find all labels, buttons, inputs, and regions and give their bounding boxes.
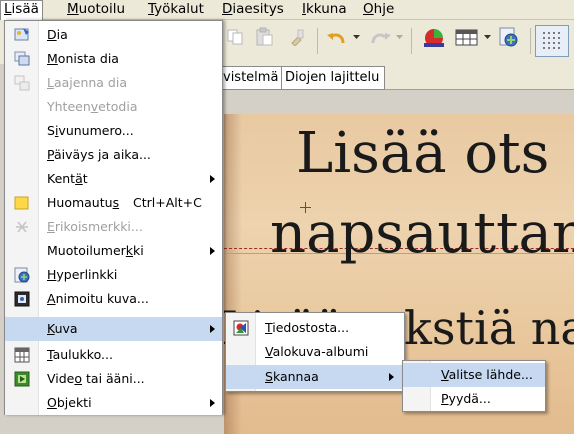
copy-icon[interactable] [226,28,244,46]
menu-item-object[interactable]: Objekti [5,391,222,415]
menu-item-image[interactable]: Kuva [5,317,222,341]
menu-item-special-character: Erikoismerkki... [5,215,222,239]
image-from-file-icon [233,320,249,336]
menu-tools[interactable]: Työkalut [145,0,207,20]
video-icon [14,371,30,387]
slide-icon [14,28,29,41]
menu-item-photo-album[interactable]: Valokuva-albumi [226,340,404,364]
menu-help[interactable]: Ohje [360,0,397,20]
crosshair-icon [300,202,311,213]
submenu-arrow-icon [210,399,215,407]
menu-item-comment[interactable]: Huomautus Ctrl+Alt+C [5,191,222,215]
chart-icon[interactable] [421,26,449,50]
table-icon [14,347,30,363]
submenu-arrow-icon [210,325,215,333]
menu-item-video-audio[interactable]: Video tai ääni... [5,367,222,391]
menu-item-scan[interactable]: Skannaa [226,365,404,389]
menu-item-select-source[interactable]: Valitse lähde... [403,363,545,387]
menu-window[interactable]: Ikkuna [299,0,350,20]
toolbar-separator [317,28,318,54]
submenu-arrow-icon [389,373,394,381]
menu-item-from-file[interactable]: Tiedostosta... [226,316,404,340]
toolbar-separator [411,28,412,54]
clone-formatting-icon[interactable] [288,28,306,46]
menubar: Lisää Muotoilu Työkalut Diaesitys Ikkuna… [0,0,574,20]
image-submenu: Tiedostosta... Valokuva-albumi Skannaa [225,312,405,392]
slide-title-line-2[interactable]: napsauttan [270,206,574,262]
submenu-arrow-icon [210,175,215,183]
expand-slide-icon [14,75,30,91]
view-tabs: vistelmä Diojen lajittelu [220,64,574,90]
menu-item-expand-slide: Laajenna dia [5,71,222,95]
menu-item-summary-slide: Yhteenvetodia [47,99,138,114]
menu-insert[interactable]: Lisää [0,0,43,20]
menu-item-page-number[interactable]: Sivunumero... [5,119,222,143]
special-character-icon [16,221,28,233]
scan-submenu: Valitse lähde... Pyydä... [402,360,546,412]
menu-item-shortcut: Ctrl+Alt+C [133,195,202,210]
redo-icon[interactable] [367,29,393,47]
menu-item-formatting-mark[interactable]: Muotoilumerkki [5,239,222,263]
navigator-icon[interactable] [497,26,521,50]
menu-item-slide[interactable]: Dia [5,23,222,47]
menu-item-hyperlink[interactable]: Hyperlinkki [5,263,222,287]
menu-item-fields[interactable]: Kentät [5,167,222,191]
tab-outline[interactable]: vistelmä [220,66,282,90]
chevron-down-icon[interactable] [353,35,360,40]
table-icon[interactable] [455,28,479,48]
toolbar-separator [530,28,531,54]
paste-icon[interactable] [254,27,274,47]
tab-slide-sorter[interactable]: Diojen lajittelu [281,66,385,90]
undo-icon[interactable] [325,29,351,47]
animated-image-icon [14,291,30,307]
menu-format[interactable]: Muotoilu [64,0,128,20]
duplicate-slide-icon [14,51,30,66]
menu-item-request[interactable]: Pyydä... [403,387,545,411]
insert-menu: Dia Monista dia Laajenna dia Yhteenvetod… [4,20,223,415]
menu-item-animated-image[interactable]: Animoitu kuva... [5,287,222,311]
slide-title-line-1[interactable]: Lisää ots [296,126,549,182]
note-icon [14,196,29,210]
hyperlink-icon [14,267,30,283]
menu-item-duplicate-slide[interactable]: Monista dia [5,47,222,71]
menu-item-table[interactable]: Taulukko... [5,343,222,367]
submenu-arrow-icon [210,247,215,255]
chevron-down-icon[interactable] [484,35,491,40]
chevron-down-icon[interactable] [396,35,403,40]
menu-slideshow[interactable]: Diaesitys [219,0,287,20]
menu-item-date-time[interactable]: Päiväys ja aika... [5,143,222,167]
grid-display-icon[interactable] [535,25,569,57]
